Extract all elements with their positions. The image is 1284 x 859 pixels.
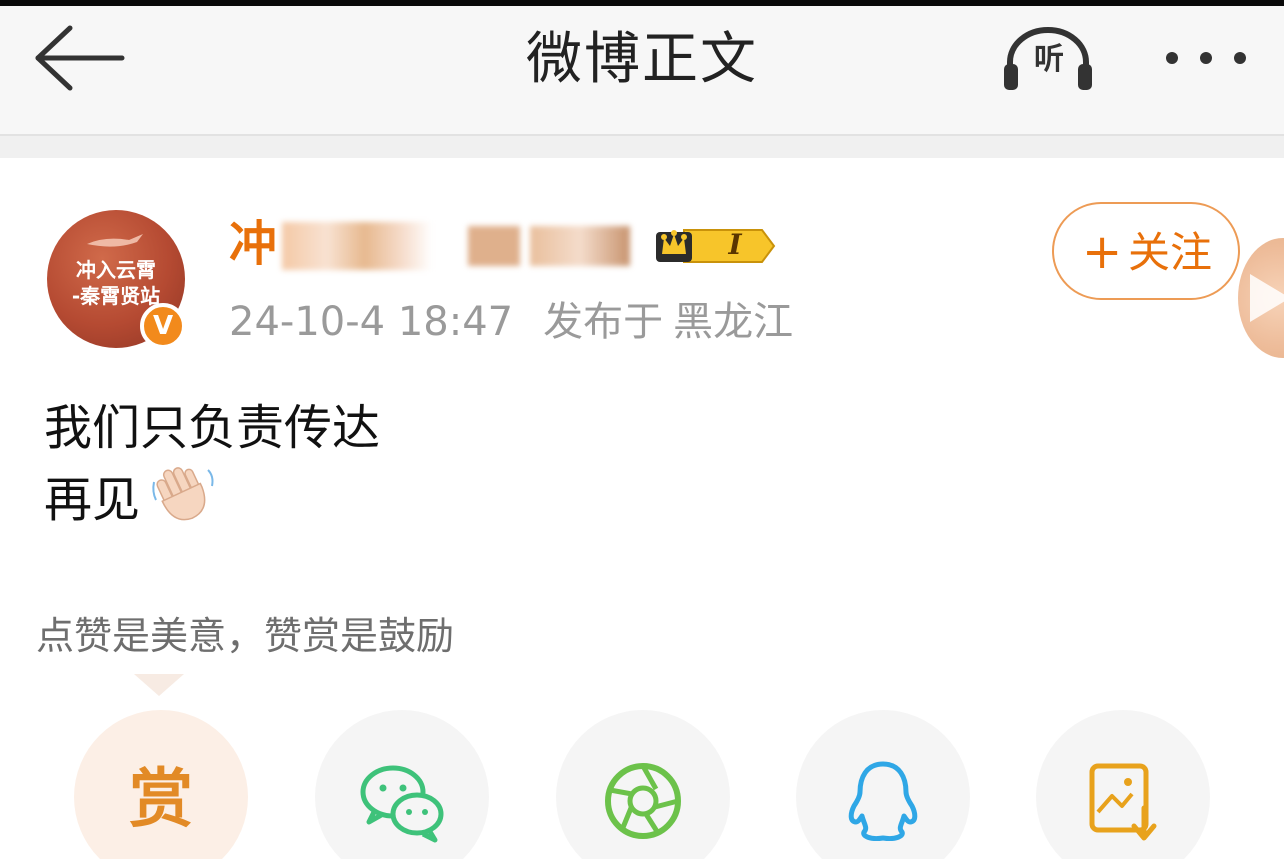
back-arrow-icon [35,25,125,91]
more-button[interactable] [1156,40,1256,76]
floating-side-button[interactable] [1238,238,1284,358]
section-gap [0,136,1284,158]
moments-aperture-icon [605,763,681,839]
share-moments-button[interactable] [556,710,730,859]
tooltip-arrow [134,674,184,696]
reward-button[interactable]: 赏 [74,710,248,859]
avatar-text-line1: 冲入云霄 [76,258,156,282]
username-redacted [530,226,630,266]
wechat-icon [360,765,444,843]
more-dots-icon [1166,52,1246,64]
qq-penguin-icon [848,761,918,841]
member-level-label: I [728,228,742,261]
username[interactable]: 冲 [229,214,277,274]
follow-label: 关注 [1128,228,1213,277]
post-meta: 24-10-4 18:47 发布于 黑龙江 [229,298,793,346]
member-level-badge [656,229,776,263]
username-redacted [468,226,520,266]
follow-button[interactable]: + 关注 [1052,202,1240,300]
post-content-line1: 我们只负责传达 [44,400,381,456]
post-time: 24-10-4 18:47 [229,299,514,345]
save-image-button[interactable] [1036,710,1210,859]
share-qq-button[interactable] [796,710,970,859]
share-wechat-button[interactable] [315,710,489,859]
reward-icon: 赏 [129,763,193,837]
username-redacted [282,222,432,270]
verified-badge: V [140,303,186,349]
reward-note: 点赞是美意，赞赏是鼓励 [36,614,455,658]
published-label: 发布于 [543,299,664,345]
back-button[interactable] [30,22,130,94]
plus-icon: + [1082,224,1123,280]
verified-v-icon: V [152,311,174,341]
post-location: 黑龙江 [673,299,794,345]
play-icon [1250,274,1284,322]
save-image-icon [1089,763,1157,841]
airplane-icon [87,234,143,247]
listen-label: 听 [1034,42,1064,77]
page-title: 微博正文 [526,27,758,92]
waving-hand-icon [152,467,214,521]
